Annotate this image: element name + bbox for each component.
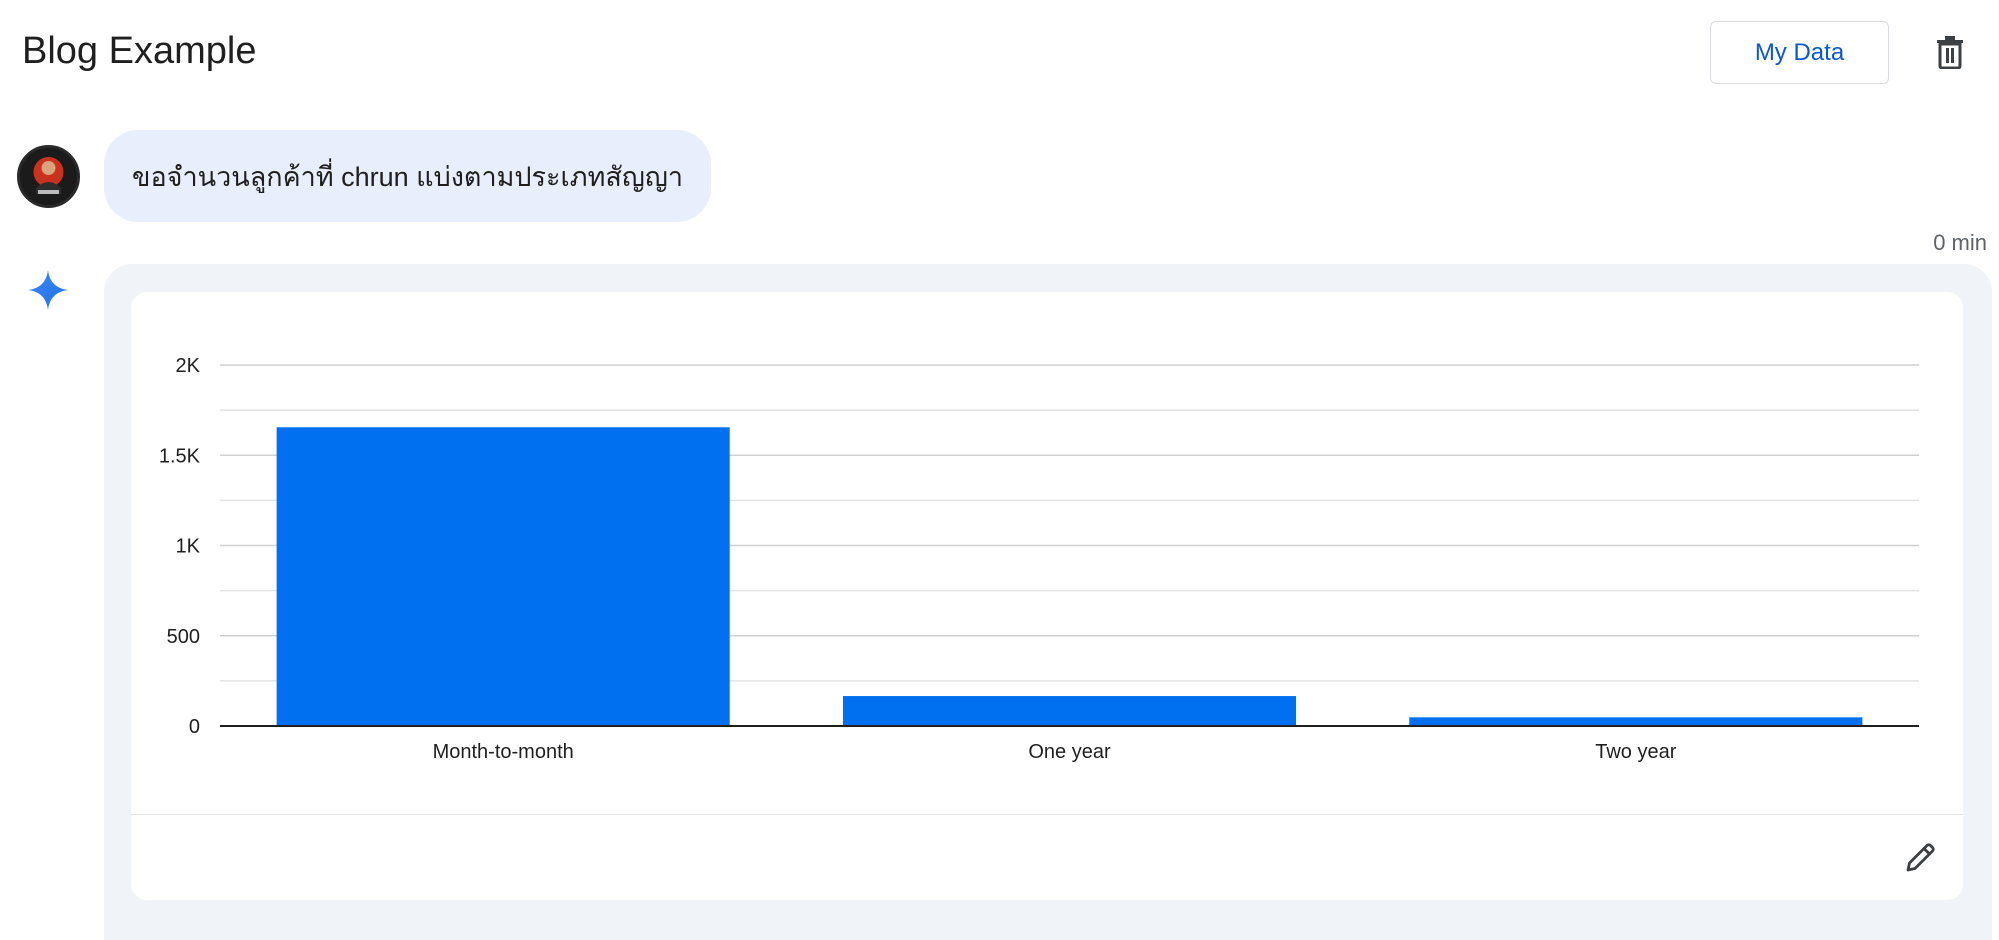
app-title: Blog Example xyxy=(22,30,257,72)
bar xyxy=(276,427,730,726)
trash-icon xyxy=(1937,36,1963,69)
bar xyxy=(1409,717,1863,726)
user-message-text: ขอจำนวนลูกค้าที่ chrun แบ่งตามประเภทสัญญ… xyxy=(132,161,684,192)
y-tick-label: 1.5K xyxy=(159,445,201,467)
x-tick-label: Two year xyxy=(1595,741,1676,763)
x-tick-label: Month-to-month xyxy=(433,741,574,763)
bar-chart: 0 500 1K 1.5K 2K Month-to-month One year Two ye… xyxy=(159,355,1919,763)
chart-divider xyxy=(131,814,1963,815)
bar xyxy=(842,696,1297,726)
my-data-button[interactable]: My Data xyxy=(1710,21,1889,84)
y-tick-label: 500 xyxy=(167,626,200,648)
y-tick-label: 2K xyxy=(176,355,201,377)
user-avatar xyxy=(17,145,80,208)
avatar-image xyxy=(20,148,77,205)
pencil-icon xyxy=(1906,843,1935,872)
y-tick-label: 0 xyxy=(189,716,200,738)
sparkle-icon xyxy=(28,270,68,310)
message-timestamp: 0 min xyxy=(1933,230,1987,255)
user-message-bubble: ขอจำนวนลูกค้าที่ chrun แบ่งตามประเภทสัญญ… xyxy=(104,130,712,222)
delete-button[interactable] xyxy=(1930,32,1970,72)
page: Blog Example My Data ขอจำนวนลูกค้าที่ ch… xyxy=(0,0,1999,940)
y-tick-label: 1K xyxy=(176,536,201,558)
x-tick-label: One year xyxy=(1028,741,1111,763)
edit-chart-button[interactable] xyxy=(1899,835,1943,879)
chart-card: 0 500 1K 1.5K 2K Month-to-month One year Two ye… xyxy=(131,292,1963,900)
